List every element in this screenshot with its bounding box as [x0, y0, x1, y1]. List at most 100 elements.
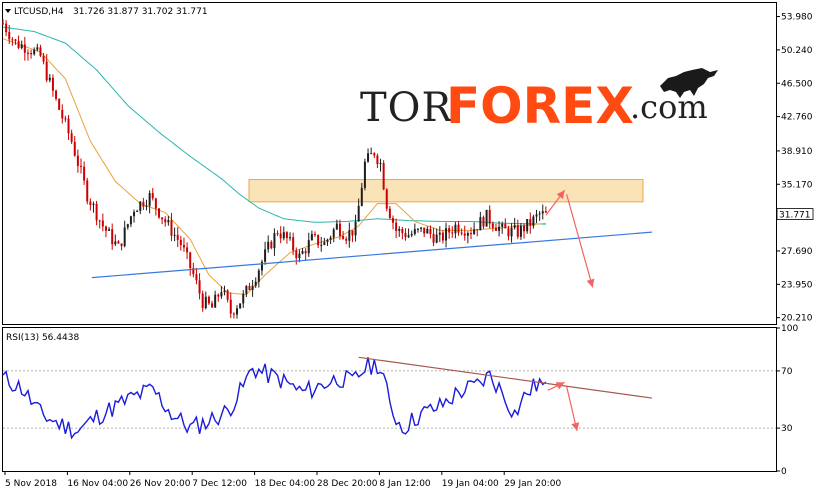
time-tick-label: 26 Nov 20:00 — [130, 479, 191, 489]
candle-body — [101, 220, 104, 227]
candle-body — [83, 166, 86, 181]
candle-body — [526, 219, 529, 232]
candle-body — [23, 44, 26, 53]
candle-body — [513, 225, 516, 228]
trading-chart[interactable]: TOR FOREX .com 53.980 50.240 46.500 42.760 3… — [0, 0, 815, 494]
rsi-tick-label: 30 — [781, 424, 793, 434]
candle-body — [494, 227, 497, 231]
candle-body — [457, 224, 460, 233]
candle-body — [488, 209, 491, 224]
candle-body — [504, 223, 507, 229]
candle-body — [289, 237, 292, 239]
candle-body — [104, 226, 107, 231]
candle-body — [416, 228, 419, 230]
candle-body — [345, 238, 348, 241]
candle-body — [114, 241, 117, 245]
candle-body — [239, 303, 242, 309]
candle-body — [179, 239, 182, 245]
candle-body — [117, 241, 120, 244]
candle-body — [270, 241, 273, 249]
candle-body — [423, 227, 426, 234]
candle-body — [485, 209, 488, 227]
candle-body — [507, 228, 510, 237]
candle-body — [142, 201, 145, 207]
candle-body — [516, 225, 519, 237]
rsi-header-label: RSI(13) 56.4438 — [6, 333, 79, 343]
time-tick-label: 18 Dec 04:00 — [255, 479, 316, 489]
candle-body — [51, 77, 54, 91]
candle-body — [282, 232, 285, 239]
candle-body — [48, 77, 51, 81]
price-tick-label: 27.690 — [781, 247, 813, 257]
candle-body — [257, 270, 260, 282]
rsi-tick-label: 0 — [781, 467, 787, 477]
candle-body — [236, 308, 238, 315]
candle-body — [273, 233, 276, 249]
candle-body — [426, 228, 429, 234]
candle-body — [523, 225, 526, 232]
candle-body — [158, 208, 160, 218]
logo-forex-text: FOREX — [446, 77, 634, 135]
time-tick-label: 19 Jan 04:00 — [442, 479, 499, 489]
price-tick-label: 53.980 — [781, 13, 813, 23]
candle-body — [473, 229, 476, 235]
candle-body — [314, 234, 316, 236]
candle-body — [264, 249, 267, 262]
candle-body — [298, 253, 301, 259]
candle-body — [145, 205, 148, 207]
candle-body — [432, 233, 435, 243]
candle-body — [276, 233, 279, 235]
candle-body — [466, 233, 469, 236]
candle-body — [501, 223, 504, 227]
candle-body — [92, 203, 95, 206]
candle-body — [491, 223, 494, 228]
candle-body — [76, 155, 79, 166]
candle-body — [17, 40, 20, 49]
candle-body — [211, 303, 214, 308]
candle-body — [223, 290, 226, 293]
price-tick-label: 38.910 — [781, 147, 813, 157]
resistance-zone — [248, 179, 644, 203]
candle-body — [367, 153, 370, 162]
rsi-tick-label: 70 — [781, 367, 793, 377]
candle-body — [470, 233, 472, 235]
candle-body — [220, 292, 223, 297]
candle-body — [292, 237, 295, 251]
candle-body — [58, 98, 61, 110]
candle-body — [229, 299, 232, 314]
time-tick-label: 28 Dec 20:00 — [317, 479, 378, 489]
candle-body — [204, 296, 207, 309]
candle-body — [342, 236, 345, 239]
candle-body — [245, 285, 248, 294]
candle-body — [260, 261, 263, 271]
candle-body — [363, 161, 366, 188]
candle-body — [198, 280, 201, 294]
candle-body — [407, 235, 410, 238]
symbol-label: LTCUSD,H4 — [14, 7, 64, 17]
candle-body — [207, 296, 210, 304]
candle-body — [73, 141, 76, 156]
candle-body — [420, 227, 423, 229]
candle-body — [139, 201, 142, 211]
candle-body — [182, 244, 185, 248]
candle-body — [242, 293, 245, 304]
candle-body — [8, 32, 11, 40]
candle-body — [401, 229, 404, 234]
time-tick-label: 29 Jan 20:00 — [504, 479, 561, 489]
candle-body — [441, 232, 444, 241]
current-price-tag: 31.771 — [776, 208, 814, 221]
candle-body — [354, 221, 357, 236]
price-tick-label: 23.950 — [781, 280, 813, 290]
candle-body — [70, 133, 73, 142]
candle-body — [201, 293, 204, 309]
candle-body — [186, 247, 189, 253]
candle-body — [133, 211, 136, 217]
candle-body — [320, 244, 323, 246]
candle-body — [26, 52, 29, 54]
time-tick-label: 5 Nov 2018 — [5, 479, 57, 489]
symbol-header: LTCUSD,H4 31.726 31.877 31.702 31.771 — [5, 7, 208, 17]
candle-body — [232, 313, 235, 315]
candle-body — [64, 118, 67, 120]
candle-body — [357, 205, 360, 222]
candle-body — [463, 233, 466, 236]
